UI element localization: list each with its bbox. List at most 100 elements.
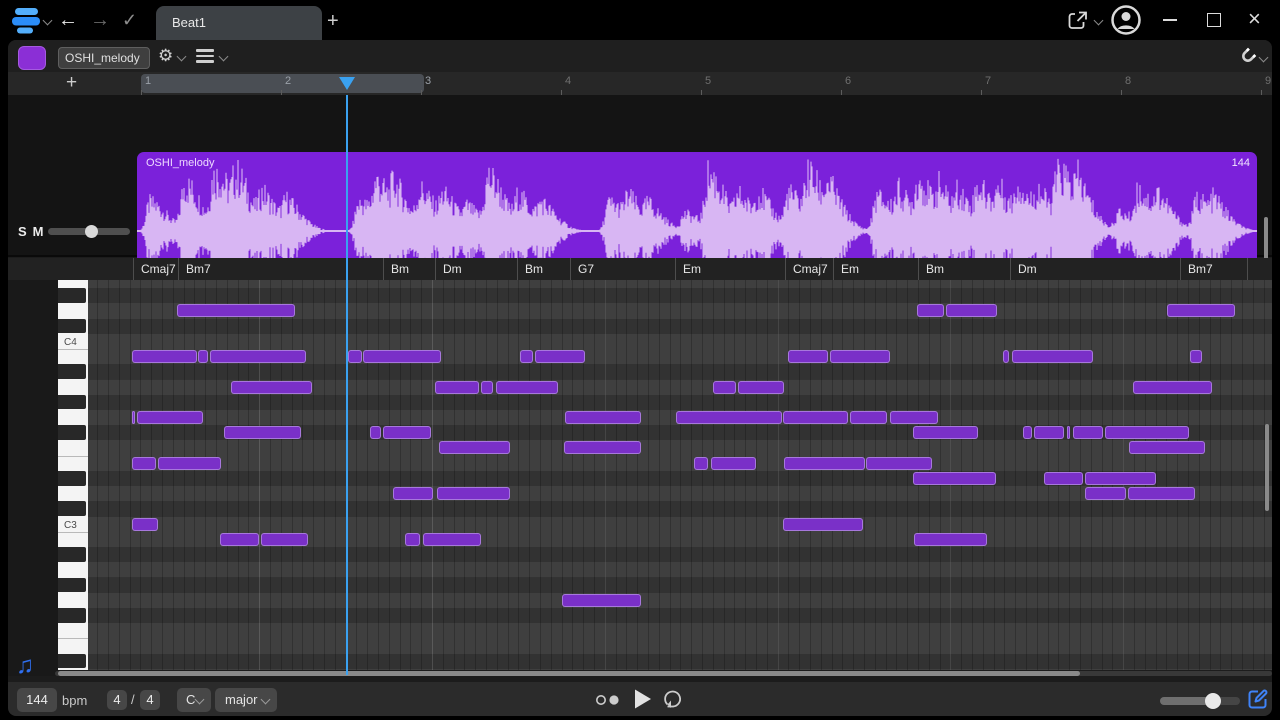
midi-note[interactable] [423, 533, 481, 546]
chord-segment[interactable]: Cmaj7 [785, 258, 833, 280]
midi-note[interactable] [132, 411, 135, 424]
chord-segment[interactable]: G7 [570, 258, 675, 280]
master-volume-thumb[interactable] [1205, 693, 1221, 709]
midi-note[interactable] [1023, 426, 1032, 439]
chord-segment[interactable]: Bm7 [1180, 258, 1247, 280]
logo-menu-chevron-icon[interactable] [43, 16, 53, 26]
track-color-swatch[interactable] [18, 46, 46, 70]
black-key[interactable] [58, 319, 86, 334]
midi-note[interactable] [850, 411, 887, 424]
chord-segment[interactable]: Em [675, 258, 785, 280]
black-key[interactable] [58, 395, 86, 410]
midi-note[interactable] [784, 457, 865, 470]
piano-roll-vertical-scrollbar[interactable] [1265, 424, 1269, 511]
forward-button[interactable]: → [90, 10, 110, 30]
midi-note[interactable] [363, 350, 441, 363]
mute-button[interactable]: M [33, 224, 50, 239]
back-button[interactable]: ← [58, 10, 78, 30]
snap-chevron-icon[interactable] [1259, 53, 1269, 63]
midi-note[interactable] [496, 381, 558, 394]
record-button[interactable] [595, 694, 623, 706]
midi-note[interactable] [158, 457, 221, 470]
midi-note[interactable] [917, 304, 944, 317]
share-export-icon[interactable] [1066, 9, 1090, 33]
avatar[interactable] [1111, 5, 1141, 35]
midi-note[interactable] [564, 441, 641, 454]
track-list-icon[interactable] [196, 49, 214, 66]
key-select[interactable]: C [177, 688, 211, 712]
save-check-icon[interactable]: ✓ [122, 10, 137, 30]
midi-note[interactable] [783, 411, 848, 424]
midi-note[interactable] [481, 381, 493, 394]
black-key[interactable] [58, 501, 86, 516]
track-name-field[interactable]: OSHI_melody [58, 47, 150, 69]
melody-notes-icon[interactable]: ♫ [16, 654, 34, 678]
piano-roll-grid[interactable] [88, 280, 1272, 670]
close-button[interactable]: × [1248, 8, 1261, 30]
midi-note[interactable] [562, 594, 641, 607]
snap-magnet-icon[interactable] [1238, 47, 1257, 66]
midi-note[interactable] [383, 426, 431, 439]
midi-note[interactable] [210, 350, 306, 363]
scale-select[interactable]: major [215, 688, 277, 712]
midi-note[interactable] [1067, 426, 1070, 439]
midi-note[interactable] [830, 350, 890, 363]
track-settings-gear-icon[interactable]: ⚙ [158, 47, 173, 64]
share-chevron-icon[interactable] [1094, 16, 1104, 26]
midi-note[interactable] [1044, 472, 1083, 485]
chord-segment[interactable]: Bm [383, 258, 435, 280]
project-tab[interactable]: Beat1 [156, 6, 322, 40]
midi-note[interactable] [535, 350, 585, 363]
black-key[interactable] [58, 471, 86, 486]
midi-note[interactable] [913, 472, 996, 485]
midi-note[interactable] [676, 411, 782, 424]
midi-note[interactable] [520, 350, 533, 363]
midi-note[interactable] [1034, 426, 1064, 439]
midi-note[interactable] [946, 304, 997, 317]
midi-note[interactable] [198, 350, 208, 363]
add-track-button[interactable]: + [66, 73, 77, 92]
midi-note[interactable] [1012, 350, 1093, 363]
midi-note[interactable] [1105, 426, 1189, 439]
midi-note[interactable] [132, 457, 156, 470]
chord-segment[interactable]: Dm [435, 258, 517, 280]
maximize-button[interactable] [1207, 13, 1221, 27]
black-key[interactable] [58, 288, 86, 303]
piano-keyboard[interactable]: C4C3 [58, 280, 88, 670]
black-key[interactable] [58, 608, 86, 623]
midi-note[interactable] [738, 381, 784, 394]
chord-segment[interactable]: Em [833, 258, 918, 280]
midi-note[interactable] [348, 350, 362, 363]
midi-note[interactable] [788, 350, 828, 363]
chord-segment[interactable]: Bm7 [178, 258, 383, 280]
midi-note[interactable] [1190, 350, 1202, 363]
midi-note[interactable] [713, 381, 736, 394]
midi-note[interactable] [224, 426, 301, 439]
midi-note[interactable] [565, 411, 641, 424]
bpm-field[interactable]: 144 [17, 688, 57, 712]
midi-note[interactable] [405, 533, 420, 546]
timeline-ruler[interactable]: + 123456789 [8, 72, 1272, 95]
chord-segment[interactable]: Cmaj7 [133, 258, 178, 280]
midi-note[interactable] [866, 457, 932, 470]
black-key[interactable] [58, 547, 86, 562]
midi-note[interactable] [913, 426, 978, 439]
midi-note[interactable] [783, 518, 863, 531]
midi-note[interactable] [439, 441, 510, 454]
midi-note[interactable] [220, 533, 259, 546]
midi-note[interactable] [437, 487, 510, 500]
midi-note[interactable] [914, 533, 987, 546]
midi-note[interactable] [261, 533, 308, 546]
play-button[interactable] [630, 687, 654, 711]
midi-note[interactable] [137, 411, 203, 424]
track-volume-thumb[interactable] [85, 225, 98, 238]
midi-note[interactable] [1167, 304, 1235, 317]
midi-note[interactable] [1133, 381, 1212, 394]
midi-note[interactable] [1128, 487, 1195, 500]
midi-note[interactable] [393, 487, 433, 500]
time-sig-numerator[interactable]: 4 [107, 690, 127, 710]
midi-note[interactable] [132, 350, 197, 363]
ruler-loop-region[interactable] [141, 74, 424, 93]
list-chevron-icon[interactable] [219, 52, 229, 62]
black-key[interactable] [58, 578, 86, 593]
